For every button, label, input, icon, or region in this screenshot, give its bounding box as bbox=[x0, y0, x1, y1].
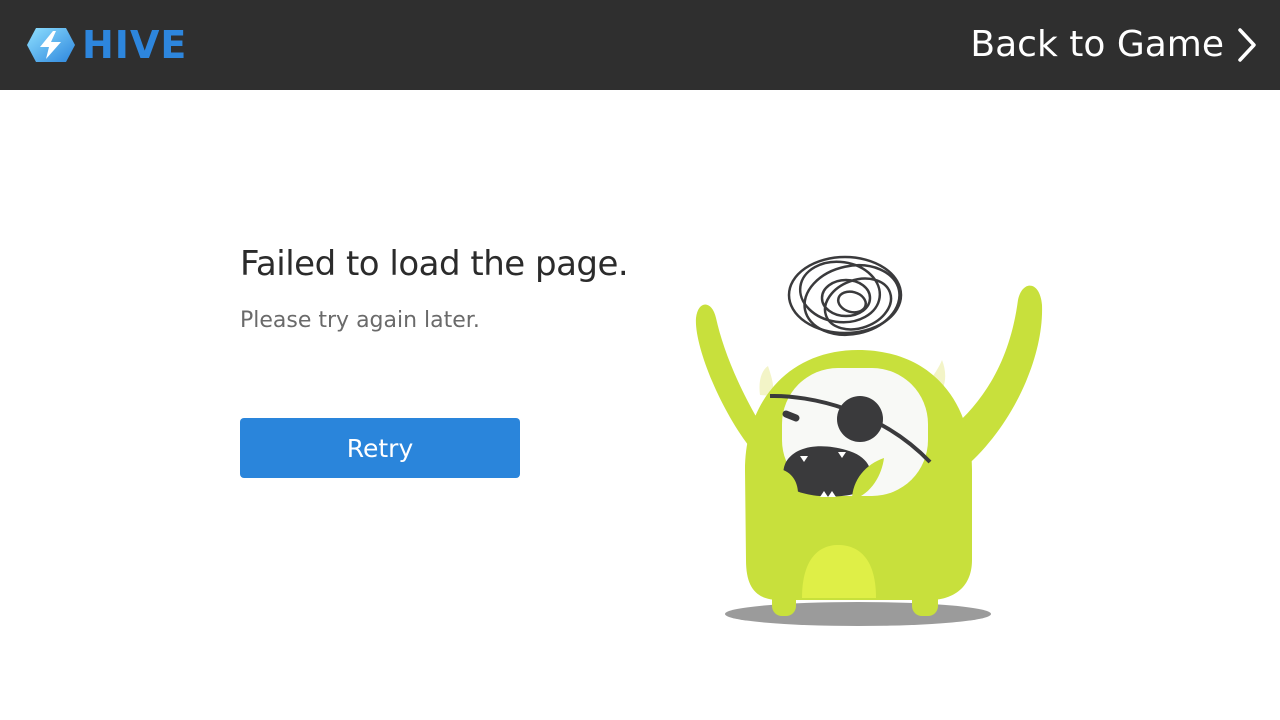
brand-name: HIVE bbox=[82, 23, 188, 67]
error-panel: Failed to load the page. Please try agai… bbox=[240, 240, 660, 336]
confused-monster-illustration bbox=[695, 255, 1043, 626]
top-bar: HIVE Back to Game bbox=[0, 0, 1280, 90]
confusion-scribble bbox=[787, 255, 903, 336]
chevron-right-icon bbox=[1238, 28, 1256, 62]
hive-logo-icon bbox=[27, 28, 75, 62]
back-to-game-button[interactable]: Back to Game bbox=[970, 22, 1258, 68]
monster-shadow bbox=[725, 602, 991, 626]
hive-logo: HIVE bbox=[26, 26, 187, 64]
error-title: Failed to load the page. bbox=[240, 244, 629, 284]
error-message: Please try again later. bbox=[240, 308, 480, 333]
monster-eye bbox=[782, 410, 800, 422]
back-to-game-label: Back to Game bbox=[970, 24, 1224, 65]
eyepatch bbox=[837, 396, 883, 442]
monster-left-arm bbox=[695, 304, 758, 450]
retry-button[interactable]: Retry bbox=[240, 418, 520, 478]
